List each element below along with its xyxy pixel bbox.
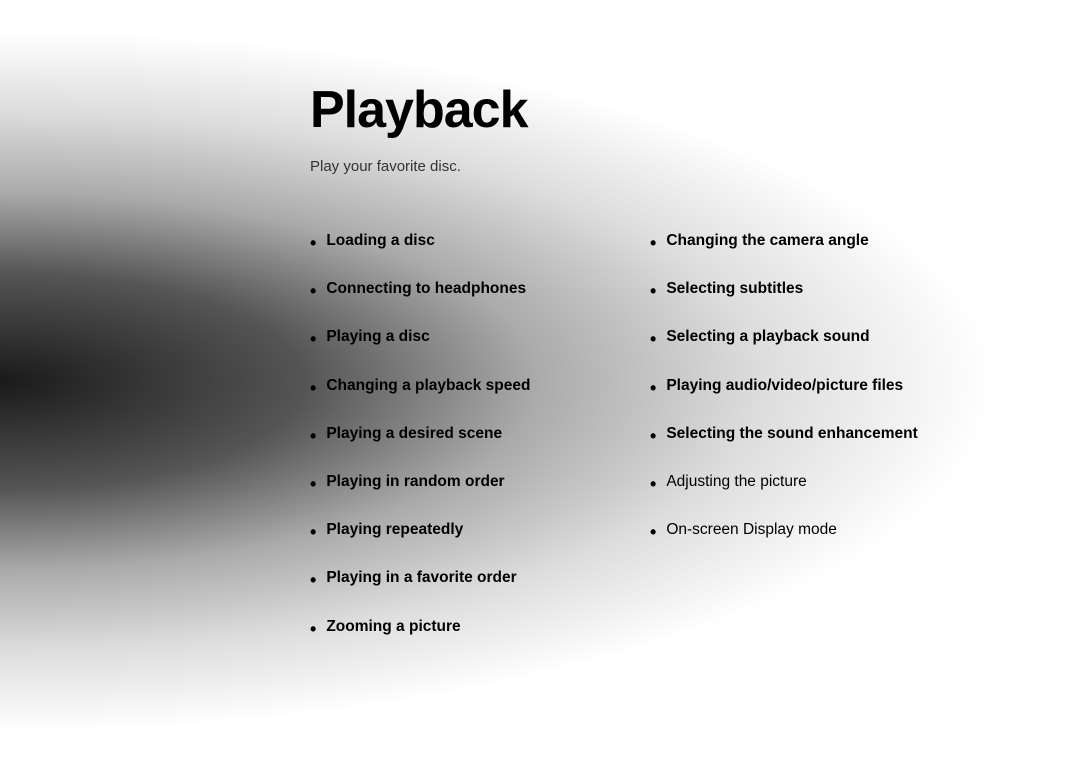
left-column: • Loading a disc • Connecting to headphones…: [310, 230, 590, 664]
bullet-icon: •: [310, 568, 316, 593]
bullet-icon: •: [310, 472, 316, 497]
list-item-label: Playing in random order: [326, 471, 504, 493]
bullet-icon: •: [310, 424, 316, 449]
page-title: Playback: [310, 80, 1080, 140]
list-item: • Selecting a playback sound: [650, 326, 940, 352]
bullet-icon: •: [650, 520, 656, 545]
list-item-label: Selecting subtitles: [666, 278, 803, 300]
page-content: Playback Play your favorite disc. • Loadi…: [0, 0, 1080, 664]
columns-container: • Loading a disc • Connecting to headphones…: [310, 230, 1080, 664]
list-item-label: Playing a disc: [326, 326, 429, 348]
list-item-label: Adjusting the picture: [666, 471, 806, 493]
list-item-label: Selecting a playback sound: [666, 326, 869, 348]
list-item-label: Changing a playback speed: [326, 375, 530, 397]
list-item-label: Zooming a picture: [326, 616, 460, 638]
list-item-label: Playing a desired scene: [326, 423, 502, 445]
list-item-label: Loading a disc: [326, 230, 435, 252]
page-subtitle: Play your favorite disc.: [310, 158, 1080, 175]
list-item: • Playing repeatedly: [310, 519, 590, 545]
list-item: • Changing the camera angle: [650, 230, 940, 256]
bullet-icon: •: [650, 424, 656, 449]
list-item-label: Selecting the sound enhancement: [666, 423, 918, 445]
list-item-label: Playing audio/video/picture files: [666, 375, 903, 397]
list-item: • Zooming a picture: [310, 616, 590, 642]
right-column: • Changing the camera angle • Selecting sub…: [650, 230, 940, 664]
list-item-label: Changing the camera angle: [666, 230, 868, 252]
bullet-icon: •: [310, 279, 316, 304]
bullet-icon: •: [310, 520, 316, 545]
list-item-label: On-screen Display mode: [666, 519, 837, 541]
list-item: • Selecting the sound enhancement: [650, 423, 940, 449]
bullet-icon: •: [650, 231, 656, 256]
list-item: • On-screen Display mode: [650, 519, 940, 545]
bullet-icon: •: [310, 231, 316, 256]
bullet-icon: •: [310, 327, 316, 352]
bullet-icon: •: [650, 279, 656, 304]
bullet-icon: •: [650, 327, 656, 352]
bullet-icon: •: [650, 376, 656, 401]
list-item-label: Playing repeatedly: [326, 519, 463, 541]
list-item: • Playing a disc: [310, 326, 590, 352]
list-item: • Playing in random order: [310, 471, 590, 497]
list-item: • Playing in a favorite order: [310, 567, 590, 593]
list-item: • Playing a desired scene: [310, 423, 590, 449]
list-item: • Adjusting the picture: [650, 471, 940, 497]
list-item: • Loading a disc: [310, 230, 590, 256]
list-item: • Selecting subtitles: [650, 278, 940, 304]
bullet-icon: •: [310, 376, 316, 401]
list-item: • Connecting to headphones: [310, 278, 590, 304]
list-item-label: Playing in a favorite order: [326, 567, 516, 589]
bullet-icon: •: [650, 472, 656, 497]
list-item: • Changing a playback speed: [310, 375, 590, 401]
list-item-label: Connecting to headphones: [326, 278, 526, 300]
bullet-icon: •: [310, 617, 316, 642]
list-item: • Playing audio/video/picture files: [650, 375, 940, 401]
